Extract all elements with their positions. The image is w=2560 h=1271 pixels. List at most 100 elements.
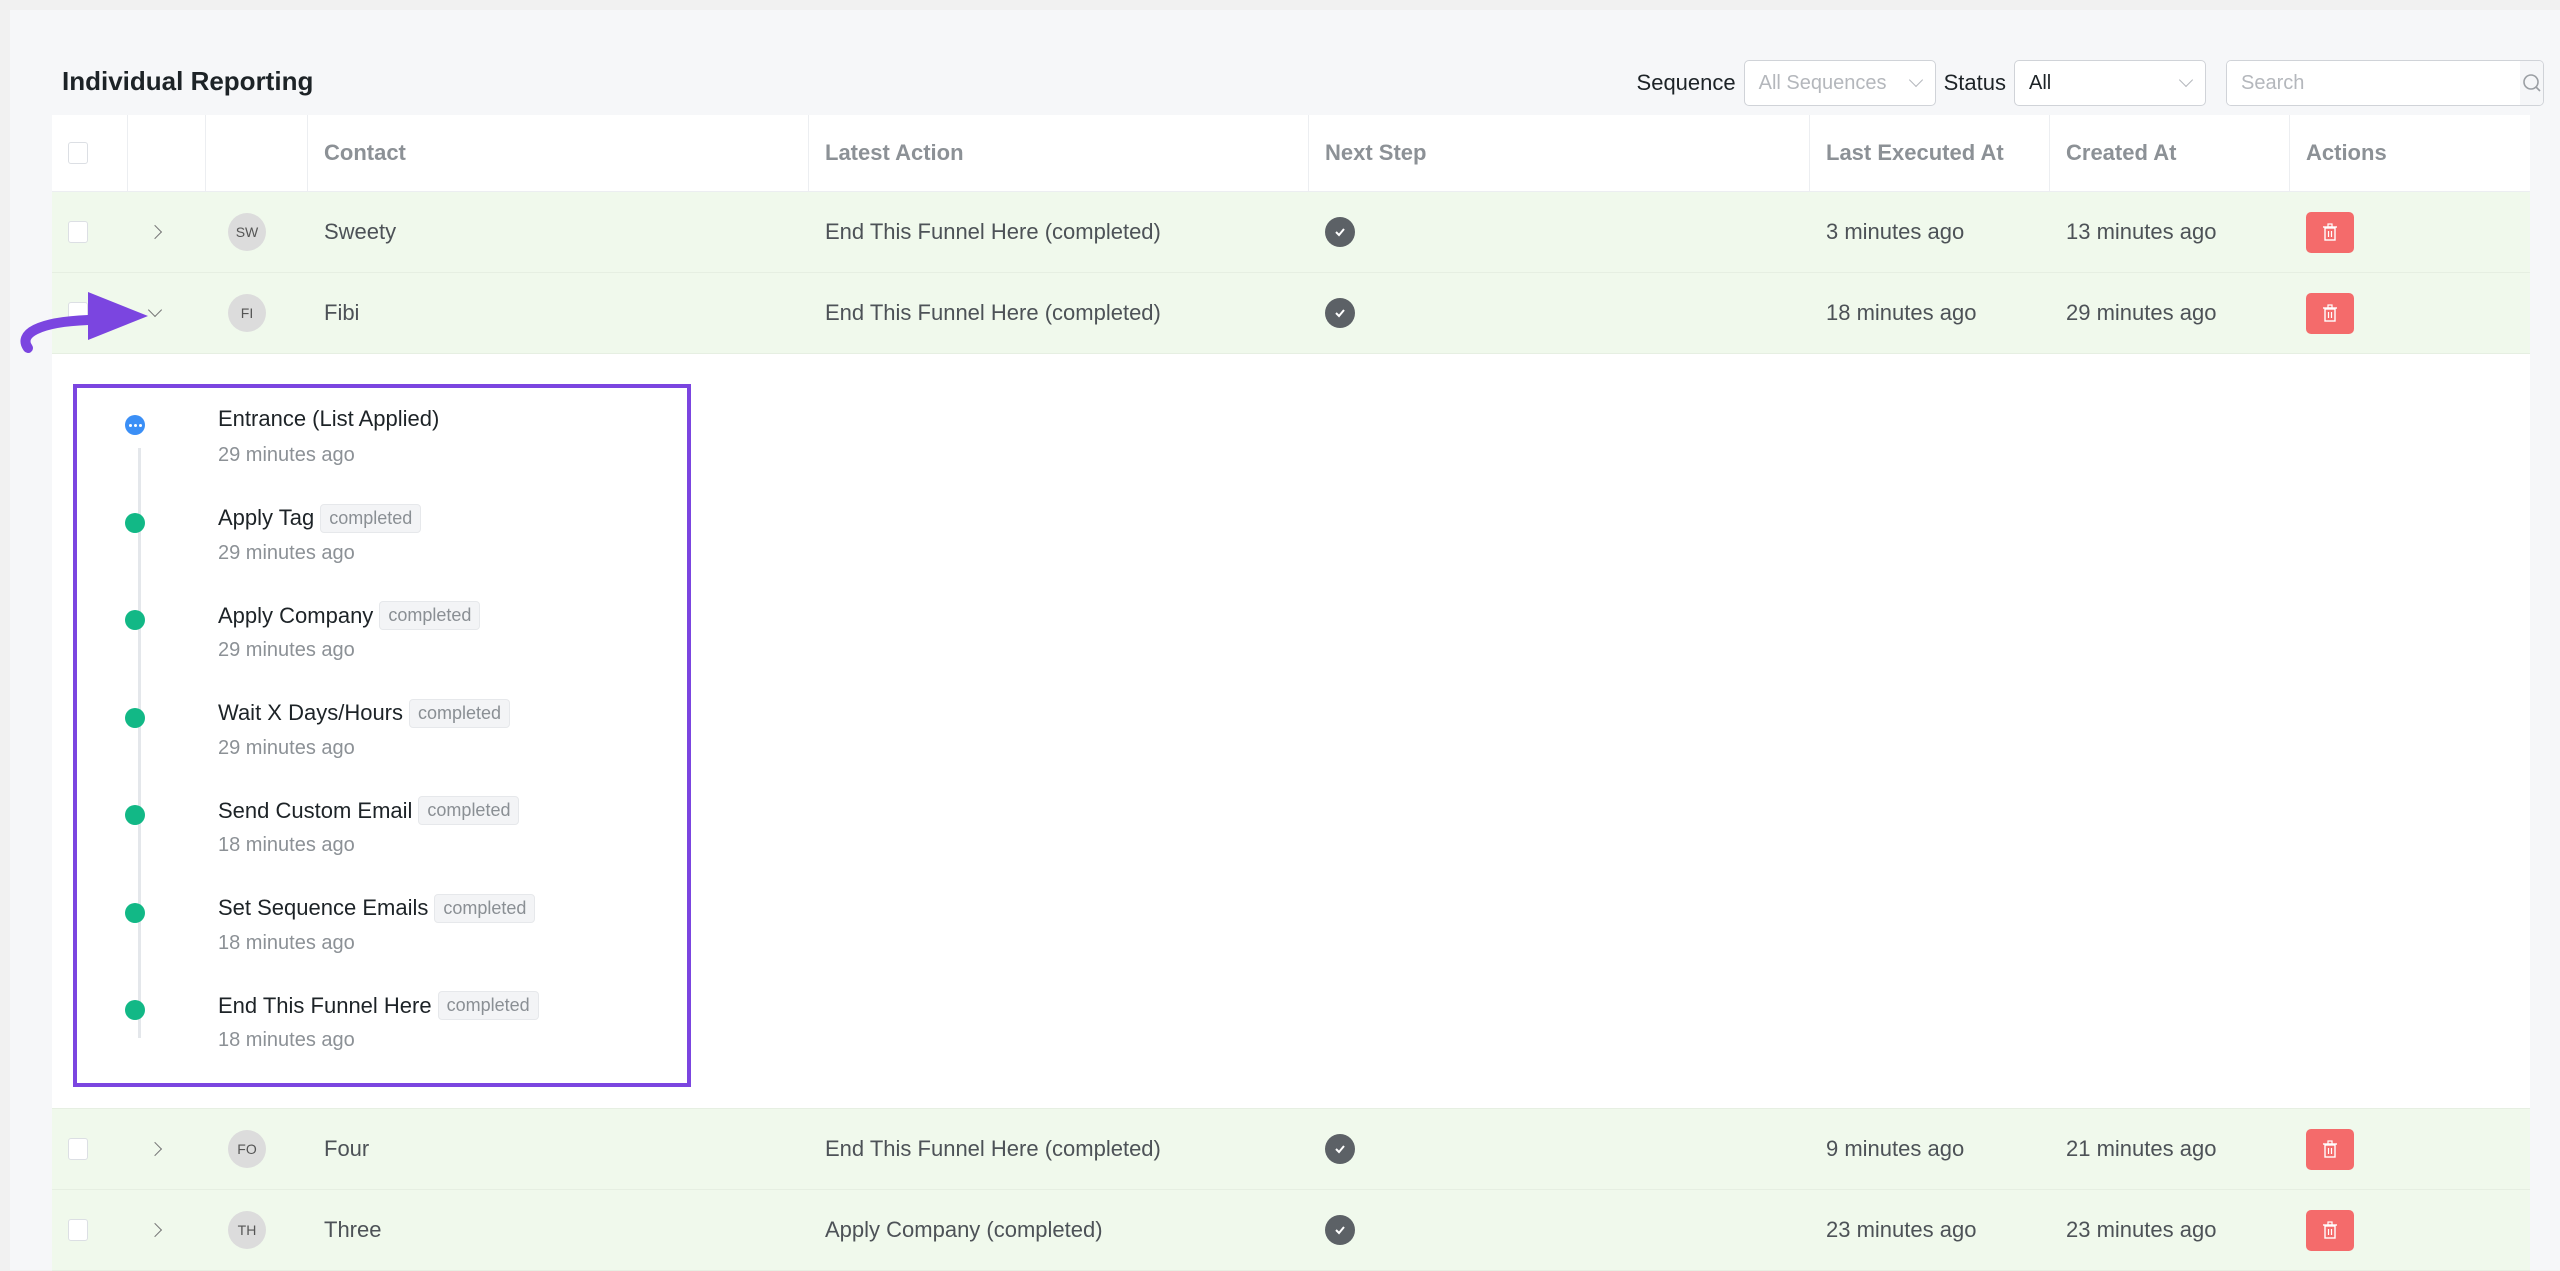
header-latest-action[interactable]: Latest Action (809, 115, 1309, 191)
completed-dot-icon (125, 902, 145, 923)
timeline-step-title: Set Sequence Emails (218, 895, 429, 920)
expand-toggle[interactable] (128, 1190, 206, 1270)
timeline-step-time: 29 minutes ago (218, 639, 355, 661)
header-contact[interactable]: Contact (308, 115, 809, 191)
expand-toggle[interactable] (128, 192, 206, 272)
chevron-right-icon (147, 1222, 163, 1238)
header-actions: Actions (2306, 140, 2387, 165)
chevron-right-icon (147, 224, 163, 240)
search-box (2226, 60, 2544, 106)
completed-dot-icon (125, 512, 145, 533)
table-row[interactable]: TH Three Apply Company (completed) 23 mi… (52, 1190, 2530, 1271)
row-checkbox[interactable] (68, 1219, 88, 1241)
latest-action: End This Funnel Here (completed) (825, 1136, 1161, 1161)
sequence-select-value: All Sequences (1758, 71, 1887, 94)
table-row[interactable]: SW Sweety End This Funnel Here (complete… (52, 192, 2530, 273)
timeline-step-time: 18 minutes ago (218, 834, 355, 856)
last-executed-at: 23 minutes ago (1826, 1217, 1977, 1242)
avatar: SW (228, 213, 266, 251)
timeline-step-title: Apply Company (218, 602, 374, 628)
sequence-label: Sequence (1636, 70, 1736, 95)
annotation-highlight-box: Entrance (List Applied) 29 minutes ago App… (73, 384, 691, 1087)
timeline-line (138, 448, 141, 1038)
status-badge: completed (418, 796, 520, 825)
status-badge: completed (379, 601, 481, 630)
timeline-step-time: 18 minutes ago (218, 1029, 355, 1051)
delete-button[interactable] (2306, 292, 2354, 334)
completed-dot-icon (125, 707, 145, 728)
avatar: TH (228, 1211, 266, 1249)
header-next-step[interactable]: Next Step (1309, 115, 1810, 191)
chevron-down-icon (2178, 72, 2194, 88)
row-checkbox[interactable] (68, 1138, 88, 1160)
contact-name[interactable]: Four (308, 1109, 809, 1189)
check-icon (1325, 298, 1355, 328)
timeline-step-title: Wait X Days/Hours (218, 700, 404, 725)
chevron-right-icon (147, 1141, 163, 1157)
trash-icon (2323, 223, 2337, 241)
timeline-step-time: 18 minutes ago (218, 931, 355, 954)
search-input[interactable] (2227, 61, 2520, 105)
status-badge: completed (437, 991, 539, 1020)
created-at: 23 minutes ago (2066, 1217, 2217, 1242)
status-select[interactable]: All (2014, 60, 2206, 106)
reporting-table: Contact Latest Action Next Step Last Exe… (52, 115, 2530, 1271)
search-button[interactable] (2520, 61, 2543, 105)
timeline-step-title: Apply Tag (218, 505, 315, 530)
timeline-step-time: 29 minutes ago (218, 736, 355, 759)
header-expand (128, 115, 206, 191)
delete-button[interactable] (2306, 211, 2354, 253)
timeline-step-title: Send Custom Email (218, 797, 413, 823)
latest-action: End This Funnel Here (completed) (825, 219, 1161, 244)
header-select-all (52, 115, 128, 191)
page: Individual Reporting Sequence All Sequen… (10, 10, 2560, 1271)
contact-name[interactable]: Three (308, 1190, 809, 1270)
header-created-at[interactable]: Created At (2050, 115, 2290, 191)
status-label: Status (1943, 70, 2006, 95)
latest-action: End This Funnel Here (completed) (825, 300, 1161, 325)
sequence-select[interactable]: All Sequences (1743, 60, 1936, 106)
expanded-row-detail: Entrance (List Applied) 29 minutes ago App… (52, 354, 2530, 1109)
check-icon (1325, 1215, 1355, 1245)
trash-icon (2323, 1221, 2337, 1239)
check-icon (1325, 217, 1355, 247)
completed-dot-icon (125, 805, 145, 825)
contact-name[interactable]: Fibi (308, 273, 809, 353)
avatar: FI (228, 294, 266, 332)
delete-button[interactable] (2306, 1128, 2354, 1170)
status-badge: completed (434, 893, 536, 923)
table-header: Contact Latest Action Next Step Last Exe… (52, 115, 2530, 192)
last-executed-at: 18 minutes ago (1826, 300, 1977, 325)
timeline-step-time: 29 minutes ago (218, 444, 355, 466)
header-last-executed[interactable]: Last Executed At (1810, 115, 2050, 191)
delete-button[interactable] (2306, 1209, 2354, 1251)
table-row[interactable]: FI Fibi End This Funnel Here (completed)… (52, 273, 2530, 354)
header-avatar (206, 115, 308, 191)
created-at: 29 minutes ago (2066, 300, 2217, 325)
timeline-step-title: End This Funnel Here (218, 992, 432, 1018)
trash-icon (2323, 304, 2337, 322)
trash-icon (2323, 1140, 2337, 1158)
avatar: FO (228, 1130, 266, 1168)
latest-action: Apply Company (completed) (825, 1217, 1103, 1242)
chevron-down-icon (1908, 72, 1923, 88)
select-all-checkbox[interactable] (68, 142, 88, 164)
completed-dot-icon (125, 610, 145, 630)
timeline-step-time: 29 minutes ago (218, 541, 355, 564)
table-row[interactable]: FO Four End This Funnel Here (completed)… (52, 1109, 2530, 1190)
timeline-step-title: Entrance (List Applied) (218, 406, 440, 431)
status-badge: completed (409, 698, 511, 728)
status-select-value: All (2029, 71, 2052, 94)
in-progress-dot-icon (125, 415, 145, 435)
created-at: 13 minutes ago (2066, 219, 2217, 244)
contact-name[interactable]: Sweety (308, 192, 809, 272)
last-executed-at: 3 minutes ago (1826, 219, 1965, 244)
status-badge: completed (320, 503, 422, 533)
created-at: 21 minutes ago (2066, 1136, 2217, 1161)
completed-dot-icon (125, 1000, 145, 1020)
row-checkbox[interactable] (68, 221, 88, 243)
page-title: Individual Reporting (62, 66, 314, 96)
search-icon (2522, 74, 2541, 92)
filters-bar: Sequence All Sequences Status All (1637, 60, 2544, 106)
expand-toggle[interactable] (128, 1109, 206, 1189)
